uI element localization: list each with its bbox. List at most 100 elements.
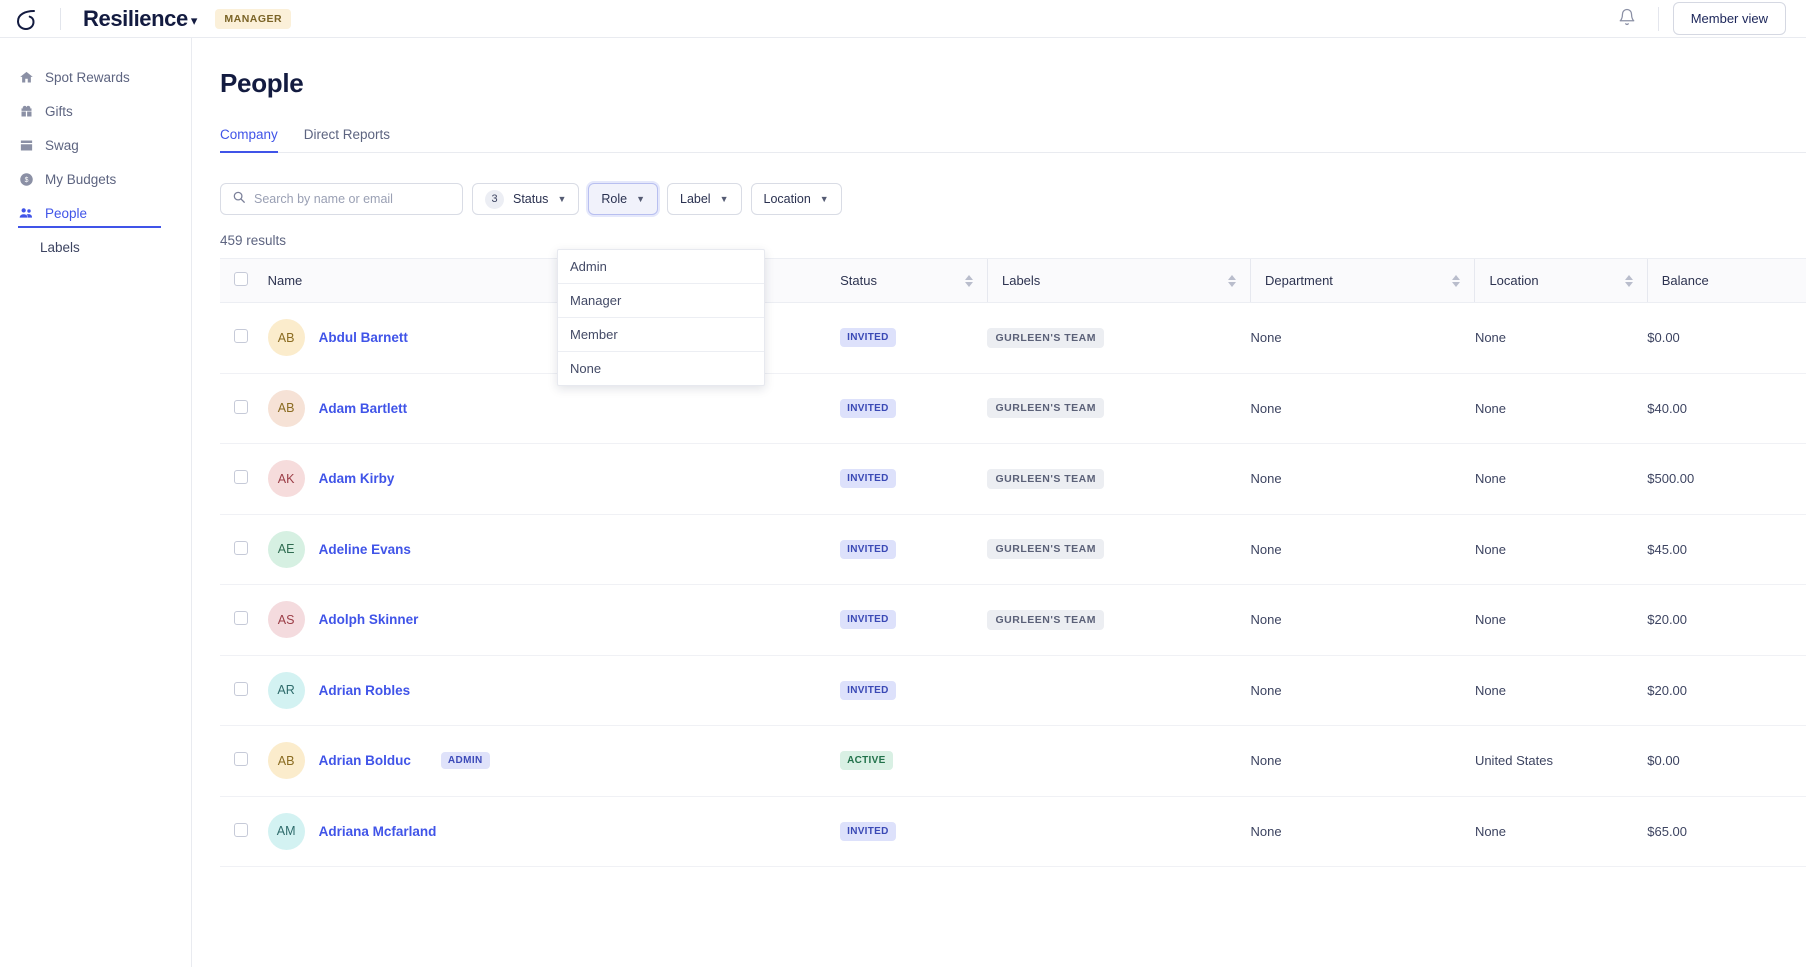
column-header-department[interactable]: Department (1249, 258, 1475, 303)
location-cell: None (1474, 823, 1507, 839)
table-row[interactable]: AB Adrian Bolduc ADMIN ACTIVE None United Sta… (220, 726, 1806, 796)
column-header-location[interactable]: Location (1474, 258, 1648, 303)
filter-location-button[interactable]: Location ▼ (750, 183, 842, 215)
header-divider (60, 7, 61, 30)
column-label: Location (1489, 273, 1539, 288)
avatar: AR (267, 671, 305, 709)
sort-icon[interactable] (964, 274, 973, 287)
table-row[interactable]: AE Adeline Evans INVITED GURLEEN'S TEAM None… (220, 514, 1806, 585)
filter-label-button[interactable]: Label ▼ (667, 183, 742, 215)
sidebar-subitem-labels[interactable]: Labels (0, 230, 191, 265)
table-row[interactable]: AM Adriana Mcfarland INVITED None None $65.00 (220, 796, 1806, 867)
status-badge: INVITED (840, 610, 896, 630)
chevron-down-icon: ▼ (557, 193, 567, 204)
brand-switcher[interactable]: Resilience ▾ (83, 6, 197, 32)
labels-cell: GURLEEN'S TEAM (987, 444, 1250, 515)
person-name-link[interactable]: Adriana Mcfarland (319, 824, 437, 839)
status-badge: INVITED (840, 821, 896, 841)
filter-role-button[interactable]: Role ▼ (588, 183, 658, 215)
avatar: AE (267, 530, 305, 568)
resilience-leaf-logo[interactable] (14, 7, 38, 31)
row-checkbox[interactable] (234, 822, 248, 837)
row-checkbox[interactable] (234, 752, 248, 767)
chevron-down-icon: ▾ (190, 13, 198, 28)
filter-status-button[interactable]: 3 Status ▼ (472, 183, 580, 215)
row-checkbox[interactable] (234, 540, 248, 555)
tab-direct-reports[interactable]: Direct Reports (304, 127, 390, 152)
status-cell: INVITED (840, 514, 987, 585)
balance-cell: $20.00 (1647, 682, 1688, 698)
person-name-link[interactable]: Adam Kirby (319, 471, 395, 486)
column-label: Status (840, 273, 877, 288)
people-icon (18, 205, 34, 221)
balance-cell: $65.00 (1647, 823, 1688, 839)
role-badge: MANAGER (215, 8, 292, 29)
filter-label: Role (601, 192, 628, 206)
row-checkbox[interactable] (234, 681, 248, 696)
search-box[interactable] (220, 183, 463, 215)
balance-cell: $500.00 (1647, 471, 1695, 487)
status-badge: INVITED (840, 539, 896, 559)
page-title: People (220, 68, 304, 98)
column-header-labels[interactable]: Labels (986, 258, 1251, 303)
row-checkbox[interactable] (234, 470, 248, 485)
status-cell: INVITED (840, 655, 987, 726)
sidebar-item-people[interactable]: People (0, 196, 191, 230)
department-cell: None (1250, 823, 1282, 839)
person-name-link[interactable]: Adeline Evans (319, 542, 411, 557)
person-name-link[interactable]: Adrian Robles (319, 683, 411, 698)
action-divider (1657, 6, 1659, 31)
row-checkbox[interactable] (234, 329, 248, 344)
sort-icon[interactable] (1624, 274, 1633, 287)
labels-cell: GURLEEN'S TEAM (987, 585, 1250, 656)
table-row[interactable]: AK Adam Kirby INVITED GURLEEN'S TEAM None Non… (220, 444, 1806, 515)
sidebar-item-my-budgets[interactable]: $ My Budgets (0, 162, 191, 196)
label-badge: GURLEEN'S TEAM (987, 327, 1104, 348)
sidebar-item-swag[interactable]: Swag (0, 128, 191, 162)
role-option-member[interactable]: Member (558, 318, 764, 352)
sidebar-item-gifts[interactable]: Gifts (0, 94, 191, 128)
status-badge: INVITED (840, 328, 896, 348)
column-header-balance[interactable]: Balance (1646, 258, 1806, 303)
sidebar-item-label: Gifts (45, 103, 73, 119)
topbar-actions: Member view (1610, 2, 1786, 36)
top-bar: Resilience ▾ MANAGER Member view (0, 0, 1806, 38)
labels-cell: GURLEEN'S TEAM (987, 514, 1250, 585)
select-all-checkbox[interactable] (234, 272, 248, 286)
sidebar-item-spot-rewards[interactable]: Spot Rewards (0, 60, 191, 94)
svg-text:$: $ (24, 177, 28, 184)
department-cell: None (1250, 753, 1282, 769)
sort-icon[interactable] (1227, 274, 1236, 287)
tab-company[interactable]: Company (220, 127, 278, 153)
role-option-admin[interactable]: Admin (558, 250, 764, 284)
label-badge: GURLEEN'S TEAM (987, 468, 1104, 489)
row-checkbox[interactable] (234, 399, 248, 414)
member-view-button[interactable]: Member view (1672, 2, 1786, 35)
balance-cell: $40.00 (1647, 400, 1688, 416)
people-table: Name Status Labels Department Location B… (220, 258, 1806, 867)
avatar: AB (267, 389, 305, 427)
table-row[interactable]: AS Adolph Skinner INVITED GURLEEN'S TEAM Non… (220, 585, 1806, 656)
notifications-button[interactable] (1610, 2, 1644, 36)
status-cell: INVITED (840, 373, 987, 444)
person-name-link[interactable]: Adrian Bolduc (319, 753, 411, 768)
person-name-link[interactable]: Abdul Barnett (319, 330, 408, 345)
status-cell: INVITED (840, 303, 987, 374)
role-option-none[interactable]: None (558, 352, 764, 385)
role-option-manager[interactable]: Manager (558, 284, 764, 318)
table-row[interactable]: AR Adrian Robles INVITED None None $20.00 (220, 655, 1806, 726)
label-badge: GURLEEN'S TEAM (987, 609, 1104, 630)
person-name-link[interactable]: Adam Bartlett (319, 401, 408, 416)
row-checkbox[interactable] (234, 611, 248, 626)
status-badge: INVITED (840, 398, 896, 418)
column-header-status[interactable]: Status (840, 258, 988, 303)
table-row[interactable]: AB Adam Bartlett INVITED GURLEEN'S TEAM None… (220, 373, 1806, 444)
location-cell: United States (1474, 753, 1553, 769)
person-name-link[interactable]: Adolph Skinner (319, 612, 419, 627)
avatar: AK (267, 460, 305, 498)
table-header-row: Name Status Labels Department Location B… (220, 258, 1806, 303)
avatar: AB (267, 319, 305, 357)
search-input[interactable] (254, 192, 451, 206)
table-row[interactable]: AB Abdul Barnett INVITED GURLEEN'S TEAM None… (220, 303, 1806, 374)
sort-icon[interactable] (1452, 274, 1461, 287)
